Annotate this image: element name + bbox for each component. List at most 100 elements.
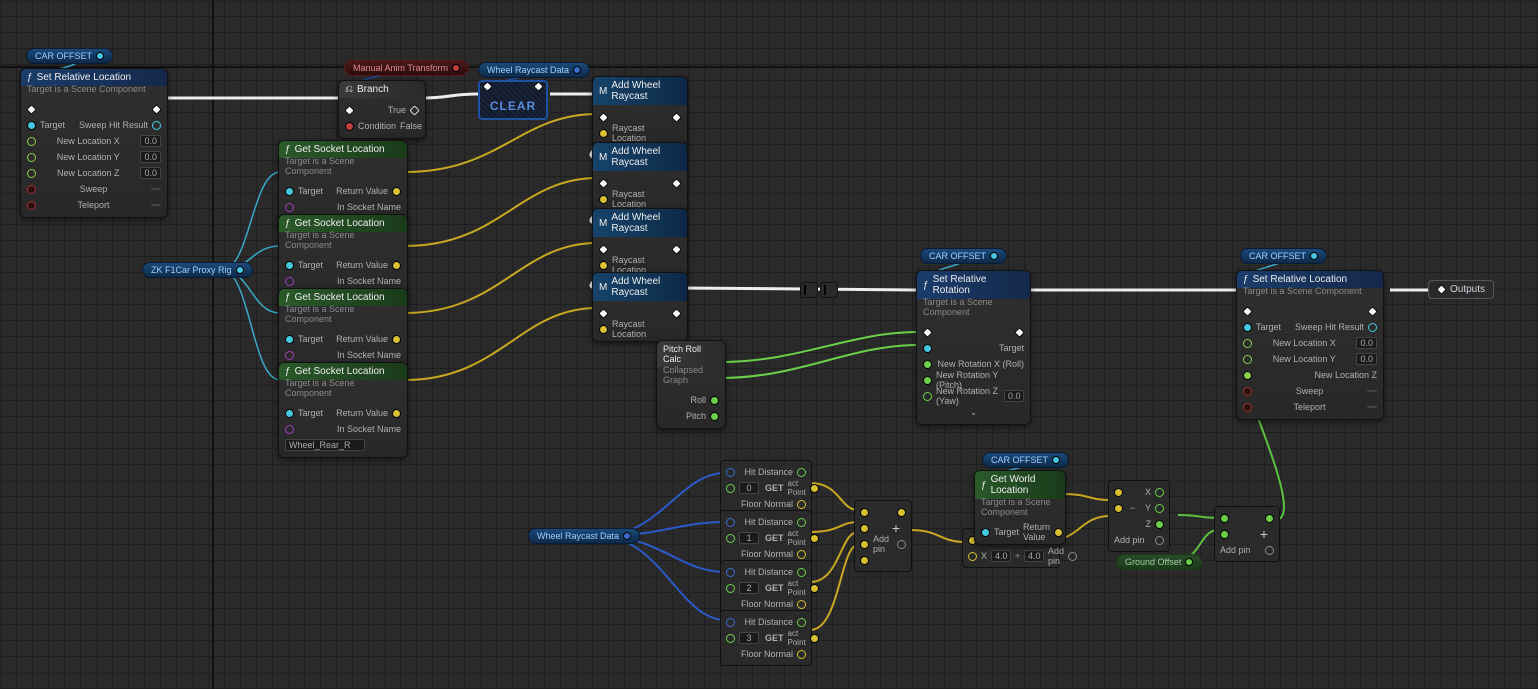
pin-insocket[interactable] xyxy=(285,203,294,212)
exec-in[interactable] xyxy=(1436,284,1446,294)
tag-wheel-raycast-data-bottom[interactable]: Wheel Raycast Data xyxy=(528,528,640,544)
node-array-get-1[interactable]: Hit Distance 1GETact Point Floor Normal xyxy=(720,510,812,566)
pin-loc[interactable] xyxy=(599,195,608,204)
pin-fn[interactable] xyxy=(797,500,806,509)
pin-b[interactable] xyxy=(860,524,869,533)
pin-insocket[interactable] xyxy=(285,425,294,434)
pin-insocket[interactable] xyxy=(285,277,294,286)
pin-retval[interactable] xyxy=(392,261,401,270)
exec-in[interactable] xyxy=(598,244,608,254)
exec-out[interactable] xyxy=(1367,306,1377,316)
pin-out[interactable] xyxy=(897,508,906,517)
val-x[interactable]: 0.0 xyxy=(1356,337,1377,349)
exec-out[interactable] xyxy=(671,178,681,188)
index[interactable]: 0 xyxy=(739,482,759,494)
exec-in[interactable] xyxy=(598,308,608,318)
pin-sweephit[interactable] xyxy=(152,121,161,130)
val-rz[interactable]: 0.0 xyxy=(1004,390,1024,402)
add-pin-icon[interactable] xyxy=(1155,536,1164,545)
pin-teleport[interactable] xyxy=(1243,403,1252,412)
node-clear[interactable]: CLEAR xyxy=(478,80,548,120)
pin-a[interactable] xyxy=(1114,488,1123,497)
index[interactable]: 3 xyxy=(739,632,759,644)
tag-car-offset-3[interactable]: CAR OFFSET xyxy=(1240,248,1327,264)
pin-c[interactable] xyxy=(860,540,869,549)
pin-retval[interactable] xyxy=(392,409,401,418)
pin-loc[interactable] xyxy=(599,129,608,138)
pin-target[interactable] xyxy=(27,121,36,130)
exec-in[interactable] xyxy=(922,327,932,337)
exec-false[interactable] xyxy=(425,121,426,131)
pin-a[interactable] xyxy=(1220,514,1229,523)
add-pin-icon[interactable] xyxy=(897,540,906,549)
pin-pitch[interactable] xyxy=(710,412,719,421)
tag-car-offset-2[interactable]: CAR OFFSET xyxy=(920,248,1007,264)
pin-idx[interactable] xyxy=(726,584,735,593)
exec-in[interactable] xyxy=(482,81,492,91)
pin-hd[interactable] xyxy=(797,568,806,577)
pin-a[interactable] xyxy=(860,508,869,517)
pin-rz[interactable] xyxy=(923,392,932,401)
pin-ip[interactable] xyxy=(810,584,819,593)
val-a[interactable]: 4.0 xyxy=(991,550,1011,562)
pin-hd[interactable] xyxy=(797,618,806,627)
exec-in[interactable] xyxy=(344,105,354,115)
pin-roll[interactable] xyxy=(710,396,719,405)
tag-car-offset-1[interactable]: CAR OFFSET xyxy=(26,48,113,64)
chk-sweep[interactable] xyxy=(151,188,161,190)
pin-insocket[interactable] xyxy=(285,351,294,360)
pin-ip[interactable] xyxy=(810,484,819,493)
node-array-get-0[interactable]: Hit Distance 0GETact Point Floor Normal xyxy=(720,460,812,516)
exec-in[interactable] xyxy=(1242,306,1252,316)
node-subtract-break[interactable]: X −Y Z Add pin xyxy=(1108,480,1170,552)
add-pin-icon[interactable] xyxy=(1068,552,1077,561)
chk-teleport[interactable] xyxy=(1367,406,1377,408)
pin-target[interactable] xyxy=(285,187,294,196)
pin-target[interactable] xyxy=(1243,323,1252,332)
val-b[interactable]: 4.0 xyxy=(1024,550,1044,562)
exec-out[interactable] xyxy=(671,112,681,122)
node-add-vector[interactable]: + Add pin xyxy=(854,500,912,572)
pin-fn[interactable] xyxy=(797,550,806,559)
node-array-get-2[interactable]: Hit Distance 2GETact Point Floor Normal xyxy=(720,560,812,616)
exec-in[interactable] xyxy=(26,104,36,114)
pin-nz[interactable] xyxy=(1243,371,1252,380)
node-array-get-3[interactable]: Hit Distance 3GETact Point Floor Normal xyxy=(720,610,812,666)
pin-d[interactable] xyxy=(860,556,869,565)
pin-z[interactable] xyxy=(1155,520,1164,529)
pin-arr[interactable] xyxy=(726,468,735,477)
exec-out[interactable] xyxy=(151,104,161,114)
pin-rx[interactable] xyxy=(923,360,932,369)
add-pin-icon[interactable] xyxy=(1265,546,1274,555)
socket-name[interactable]: Wheel_Rear_R xyxy=(285,439,365,451)
expand-icon[interactable]: ⌄ xyxy=(970,407,978,418)
pin-target[interactable] xyxy=(285,409,294,418)
pin-retval[interactable] xyxy=(392,335,401,344)
node-get-world-location[interactable]: ƒGet World Location Target is a Scene Co… xyxy=(974,470,1066,545)
pin-ry[interactable] xyxy=(923,376,932,385)
pin-b[interactable] xyxy=(1114,504,1123,513)
pin-target[interactable] xyxy=(285,335,294,344)
exec-in[interactable] xyxy=(598,112,608,122)
exec-out[interactable] xyxy=(1014,327,1024,337)
pin-hd[interactable] xyxy=(797,518,806,527)
pin-out[interactable] xyxy=(1265,514,1274,523)
val-y[interactable]: 0.0 xyxy=(140,151,161,163)
node-branch[interactable]: ⎌Branch True ConditionFalse xyxy=(338,80,426,139)
node-add-wheel-1[interactable]: MAdd Wheel Raycast Raycast Location xyxy=(592,76,688,146)
pin-arr[interactable] xyxy=(726,618,735,627)
pin-y[interactable] xyxy=(1155,504,1164,513)
exec-in[interactable] xyxy=(598,178,608,188)
pin-retval[interactable] xyxy=(392,187,401,196)
pin-loc[interactable] xyxy=(599,261,608,270)
pin-nz[interactable] xyxy=(27,169,36,178)
pin-ny[interactable] xyxy=(1243,355,1252,364)
pin-arr[interactable] xyxy=(726,568,735,577)
node-add-float[interactable]: + Add pin xyxy=(1214,506,1280,562)
chk-sweep[interactable] xyxy=(1367,390,1377,392)
reroute-exec[interactable] xyxy=(800,282,818,298)
pin-cond[interactable] xyxy=(345,122,354,131)
exec-out[interactable] xyxy=(671,244,681,254)
reroute-exec-2[interactable] xyxy=(820,282,838,298)
index[interactable]: 2 xyxy=(739,582,759,594)
